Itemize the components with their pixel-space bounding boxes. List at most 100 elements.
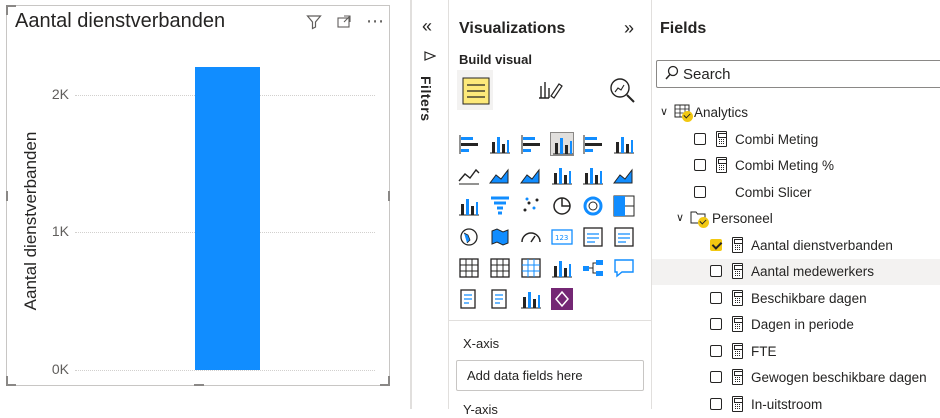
stacked-column-icon[interactable] bbox=[488, 132, 512, 156]
analytics-tab-icon[interactable] bbox=[604, 70, 640, 110]
field-label: FTE bbox=[751, 343, 777, 359]
100-stacked-bar-icon[interactable] bbox=[581, 132, 605, 156]
calculator-icon bbox=[732, 316, 743, 332]
line-clustered-column-icon[interactable] bbox=[550, 163, 574, 187]
search-input[interactable] bbox=[683, 64, 933, 84]
area-chart-icon[interactable] bbox=[488, 163, 512, 187]
visualizations-pane: Visualizations » Build visual 123 X-axis… bbox=[449, 0, 652, 417]
100-stacked-column-icon[interactable] bbox=[612, 132, 636, 156]
donut-icon[interactable] bbox=[581, 194, 605, 218]
format-visual-tab-icon[interactable] bbox=[531, 70, 567, 110]
stacked-bar-icon[interactable] bbox=[457, 132, 481, 156]
collapse-arrow-icon[interactable]: « bbox=[422, 16, 432, 37]
field-checkbox[interactable] bbox=[710, 265, 722, 277]
fields-title: Fields bbox=[660, 20, 707, 37]
table-row-analytics[interactable]: ∨ Analytics bbox=[652, 100, 940, 126]
y-axis-title: Aantal dienstverbanden bbox=[21, 131, 40, 311]
field-label: Combi Slicer bbox=[735, 184, 812, 200]
search-icon bbox=[665, 65, 679, 85]
field-label: Aantal medewerkers bbox=[751, 264, 875, 279]
calculator-icon bbox=[732, 236, 743, 253]
build-visual-tab-icon[interactable] bbox=[457, 70, 493, 110]
card-icon[interactable]: 123 bbox=[550, 225, 574, 249]
calculator-icon bbox=[732, 369, 743, 385]
line-chart-icon[interactable] bbox=[457, 163, 481, 187]
table-name: Personeel bbox=[712, 211, 773, 226]
smart-narrative-icon[interactable] bbox=[488, 287, 512, 311]
matrix-icon[interactable] bbox=[519, 256, 543, 280]
resize-handle[interactable] bbox=[388, 191, 390, 201]
field-item[interactable]: Gewogen beschikbare dagen bbox=[652, 365, 940, 391]
chevron-down-icon[interactable]: ∨ bbox=[676, 211, 684, 224]
map-icon[interactable] bbox=[457, 225, 481, 249]
table-icon[interactable] bbox=[488, 256, 512, 280]
focus-mode-icon[interactable] bbox=[335, 14, 353, 32]
key-influencers-icon[interactable] bbox=[457, 287, 481, 311]
expand-pane-icon[interactable]: » bbox=[624, 18, 634, 39]
kpi-icon[interactable] bbox=[612, 225, 636, 249]
field-checkbox[interactable] bbox=[710, 371, 722, 383]
field-item[interactable]: Combi Slicer bbox=[652, 180, 940, 206]
field-checkbox[interactable] bbox=[710, 318, 722, 330]
field-checkbox[interactable] bbox=[710, 238, 722, 251]
resize-handle[interactable] bbox=[194, 384, 204, 386]
stacked-area-icon[interactable] bbox=[519, 163, 543, 187]
bar[interactable] bbox=[195, 67, 260, 370]
svg-text:123: 123 bbox=[555, 234, 568, 242]
field-checkbox[interactable] bbox=[694, 159, 706, 171]
resize-handle[interactable] bbox=[388, 376, 390, 386]
filters-label[interactable]: Filters bbox=[418, 76, 434, 122]
resize-handle[interactable] bbox=[6, 191, 8, 201]
scatter-icon[interactable] bbox=[519, 194, 543, 218]
build-visual-label: Build visual bbox=[459, 52, 532, 67]
ribbon-chart-icon[interactable] bbox=[612, 163, 636, 187]
column-chart-visual[interactable]: Aantal dienstverbanden ⋯ Aantal dienstve… bbox=[6, 5, 390, 386]
paginated-report-icon[interactable] bbox=[519, 287, 543, 311]
field-label: Gewogen beschikbare dagen bbox=[751, 370, 927, 385]
field-checkbox[interactable] bbox=[710, 397, 722, 410]
more-options-icon[interactable]: ⋯ bbox=[364, 12, 386, 32]
filters-pane-collapsed[interactable]: « Filters bbox=[412, 0, 449, 409]
field-item[interactable]: Aantal medewerkers bbox=[652, 259, 940, 285]
checked-badge-icon bbox=[682, 111, 693, 122]
field-item[interactable]: Combi Meting bbox=[652, 127, 940, 153]
power-apps-icon[interactable] bbox=[550, 287, 574, 311]
waterfall-icon[interactable] bbox=[457, 194, 481, 218]
resize-handle[interactable] bbox=[6, 5, 8, 15]
field-item[interactable]: FTE bbox=[652, 339, 940, 365]
line-stacked-column-icon[interactable] bbox=[581, 163, 605, 187]
clustered-column-icon[interactable] bbox=[550, 132, 574, 156]
field-label: In-uitstroom bbox=[751, 396, 823, 412]
gauge-icon[interactable] bbox=[519, 225, 543, 249]
clustered-bar-icon[interactable] bbox=[519, 132, 543, 156]
field-checkbox[interactable] bbox=[694, 185, 706, 198]
multi-row-card-icon[interactable] bbox=[581, 225, 605, 249]
qna-icon[interactable] bbox=[612, 256, 636, 280]
field-item[interactable]: In-uitstroom bbox=[652, 392, 940, 418]
fields-pane: Fields ∨ Analytics Combi Meting Combi Metin… bbox=[652, 0, 940, 412]
funnel-icon[interactable] bbox=[488, 194, 512, 218]
slicer-icon[interactable] bbox=[457, 256, 481, 280]
filter-icon[interactable] bbox=[305, 14, 323, 32]
field-item[interactable]: Beschikbare dagen bbox=[652, 286, 940, 312]
table-row-personeel[interactable]: ∨ Personeel bbox=[652, 206, 940, 232]
calculator-icon bbox=[732, 289, 743, 306]
field-checkbox[interactable] bbox=[710, 291, 722, 304]
table-name: Analytics bbox=[694, 105, 749, 120]
field-item[interactable]: Dagen in periode bbox=[652, 312, 940, 338]
chevron-down-icon[interactable]: ∨ bbox=[660, 105, 668, 118]
search-box[interactable] bbox=[656, 60, 940, 88]
y-tick-label: 1K bbox=[51, 223, 69, 240]
field-item[interactable]: Aantal dienstverbanden bbox=[652, 233, 940, 259]
filled-map-icon[interactable] bbox=[488, 225, 512, 249]
pie-icon[interactable] bbox=[550, 194, 574, 218]
r-visual-icon[interactable] bbox=[550, 256, 574, 280]
resize-handle[interactable] bbox=[6, 376, 8, 386]
decomposition-tree-icon[interactable] bbox=[581, 256, 605, 280]
treemap-icon[interactable] bbox=[612, 194, 636, 218]
x-axis-field-well[interactable]: Add data fields here bbox=[456, 360, 644, 391]
field-checkbox[interactable] bbox=[694, 132, 706, 145]
calculator-icon bbox=[732, 395, 743, 412]
field-checkbox[interactable] bbox=[710, 344, 722, 357]
field-item[interactable]: Combi Meting % bbox=[652, 153, 940, 179]
